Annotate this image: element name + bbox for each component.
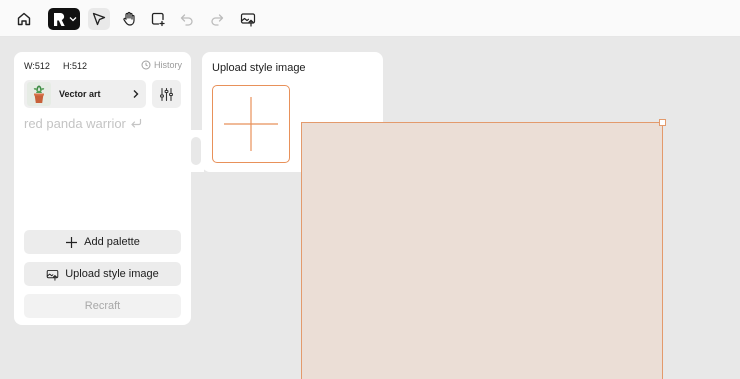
undo-icon (180, 14, 193, 26)
image-upload-icon (46, 269, 59, 281)
recraft-button[interactable]: Recraft (24, 294, 181, 318)
height-label[interactable]: H:512 (63, 61, 87, 71)
style-selector[interactable]: Vector art (24, 80, 146, 108)
redo-icon (211, 14, 224, 26)
plus-icon (66, 236, 78, 248)
canvas-frame[interactable] (301, 122, 663, 379)
add-palette-label: Add palette (84, 236, 140, 248)
home-icon (17, 12, 31, 26)
width-label[interactable]: W:512 (24, 61, 50, 71)
hand-icon (123, 11, 135, 26)
upload-style-image-button[interactable]: Upload style image (24, 262, 181, 286)
upload-style-label: Upload style image (65, 268, 159, 280)
plus-icon (224, 97, 278, 151)
recraft-logo-menu[interactable] (48, 8, 80, 30)
resize-handle-top-right[interactable] (659, 119, 666, 126)
image-upload-icon (240, 13, 256, 27)
clock-icon (141, 60, 151, 70)
history-label: History (153, 60, 182, 70)
chevron-down-icon (69, 17, 77, 22)
hand-tool-button[interactable] (118, 8, 140, 30)
frame-add-icon (151, 12, 165, 27)
potted-plant-icon (33, 85, 45, 103)
generation-panel: W:512 H:512 History Vector art red panda… (14, 52, 191, 325)
popover-title: Upload style image (212, 62, 306, 74)
home-button[interactable] (13, 8, 35, 30)
undo-button[interactable] (176, 8, 198, 30)
enter-return-icon (131, 118, 141, 128)
upload-drop-zone[interactable] (212, 85, 290, 163)
popover-connector-cut (191, 137, 201, 165)
prompt-text: red panda warrior (24, 116, 126, 131)
upload-image-button[interactable] (237, 8, 259, 30)
prompt-input[interactable]: red panda warrior (24, 116, 142, 131)
top-toolbar (0, 0, 740, 37)
chevron-right-icon (133, 90, 139, 98)
sliders-icon (160, 87, 173, 101)
history-button[interactable]: History (141, 60, 182, 70)
redo-button[interactable] (206, 8, 228, 30)
add-palette-button[interactable]: Add palette (24, 230, 181, 254)
recraft-label: Recraft (84, 300, 121, 312)
style-label: Vector art (59, 89, 101, 99)
select-arrow-icon (92, 12, 106, 26)
style-thumbnail (27, 82, 51, 106)
recraft-logo-icon (54, 12, 65, 26)
style-settings-button[interactable] (152, 80, 181, 108)
select-tool-button[interactable] (88, 8, 110, 30)
add-frame-button[interactable] (147, 8, 169, 30)
